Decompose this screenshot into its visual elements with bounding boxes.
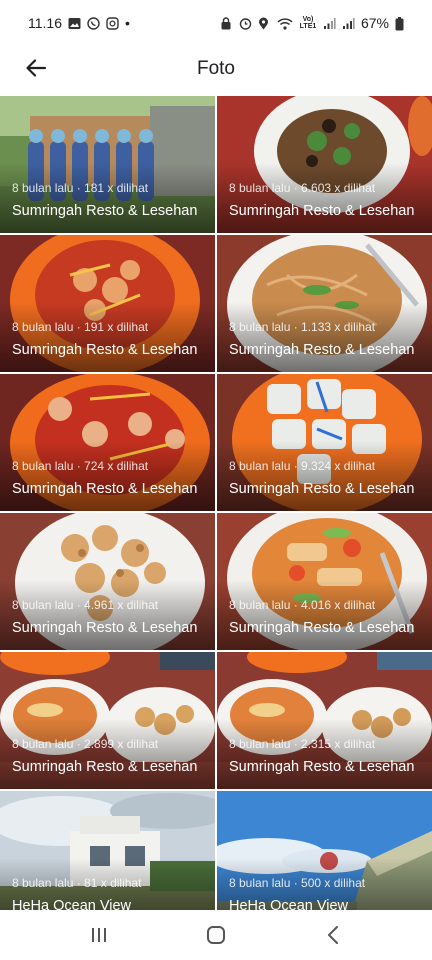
photo-place: Sumringah Resto & Lesehan [12, 203, 198, 219]
volte-icon: Vo) LTE1 [299, 16, 317, 30]
photo-tile[interactable]: 8 bulan lalu · 181 x dilihat Sumringah R… [0, 96, 215, 233]
tile-gradient [217, 580, 432, 650]
photo-meta: 8 bulan lalu · 181 x dilihat [12, 181, 149, 195]
status-bar: 11.16 • Vo) LTE1 67% [0, 0, 432, 46]
system-back-button[interactable] [309, 915, 357, 955]
tile-gradient [0, 302, 215, 372]
photo-meta: 8 bulan lalu · 81 x dilihat [12, 876, 142, 890]
battery-percent: 67% [360, 15, 389, 31]
photo-tile[interactable]: 8 bulan lalu · 4.016 x dilihat Sumringah… [217, 513, 432, 650]
tile-gradient [0, 719, 215, 789]
photo-place: Sumringah Resto & Lesehan [229, 759, 415, 775]
photo-place: Sumringah Resto & Lesehan [229, 203, 415, 219]
photo-tile[interactable]: 8 bulan lalu · 81 x dilihat HeHa Ocean V… [0, 791, 215, 928]
page-title: Foto [196, 58, 236, 79]
back-button[interactable] [18, 50, 54, 86]
signal-icon [323, 17, 336, 30]
photo-place: Sumringah Resto & Lesehan [229, 481, 415, 497]
photo-meta: 8 bulan lalu · 191 x dilihat [12, 320, 149, 334]
system-nav-bar [0, 910, 432, 960]
photo-tile[interactable]: 8 bulan lalu · 4.961 x dilihat Sumringah… [0, 513, 215, 650]
photo-meta: 8 bulan lalu · 6.603 x dilihat [229, 181, 376, 195]
photo-grid: 8 bulan lalu · 181 x dilihat Sumringah R… [0, 96, 432, 928]
signal-icon-2 [342, 17, 355, 30]
arrow-left-icon [26, 59, 47, 77]
tile-gradient [0, 163, 215, 233]
home-button[interactable] [192, 915, 240, 955]
photo-tile[interactable]: 8 bulan lalu · 1.133 x dilihat Sumringah… [217, 235, 432, 372]
recents-icon [91, 928, 106, 942]
photo-tile[interactable]: 8 bulan lalu · 2.315 x dilihat Sumringah… [217, 652, 432, 789]
photo-meta: 8 bulan lalu · 4.016 x dilihat [229, 598, 376, 612]
photo-place: Sumringah Resto & Lesehan [12, 759, 198, 775]
photo-tile[interactable]: 8 bulan lalu · 9.324 x dilihat Sumringah… [217, 374, 432, 511]
photo-meta: 8 bulan lalu · 2.899 x dilihat [12, 737, 159, 751]
tile-gradient [217, 163, 432, 233]
wifi-icon [277, 17, 293, 30]
photo-meta: 8 bulan lalu · 9.324 x dilihat [229, 459, 376, 473]
photo-tile[interactable]: 8 bulan lalu · 500 x dilihat HeHa Ocean … [217, 791, 432, 928]
home-icon [206, 926, 225, 944]
photo-meta: 8 bulan lalu · 1.133 x dilihat [229, 320, 376, 334]
photo-meta: 8 bulan lalu · 724 x dilihat [12, 459, 149, 473]
photo-tile[interactable]: 8 bulan lalu · 191 x dilihat Sumringah R… [0, 235, 215, 372]
chevron-left-icon [328, 926, 339, 944]
status-left: 11.16 • [28, 15, 130, 31]
tile-gradient [217, 441, 432, 511]
photo-meta: 8 bulan lalu · 500 x dilihat [229, 876, 366, 890]
alarm-icon [239, 17, 252, 30]
dot-icon: • [125, 15, 130, 31]
photo-place: Sumringah Resto & Lesehan [229, 342, 415, 358]
photo-tile[interactable]: 8 bulan lalu · 2.899 x dilihat Sumringah… [0, 652, 215, 789]
recents-button[interactable] [75, 915, 123, 955]
photo-meta: 8 bulan lalu · 2.315 x dilihat [229, 737, 376, 751]
photo-place: Sumringah Resto & Lesehan [12, 342, 198, 358]
app-bar: Foto [0, 46, 432, 92]
status-right: Vo) LTE1 67% [220, 15, 404, 31]
photo-place: Sumringah Resto & Lesehan [12, 481, 198, 497]
photo-place: Sumringah Resto & Lesehan [229, 620, 415, 636]
photo-tile[interactable]: 8 bulan lalu · 6.603 x dilihat Sumringah… [217, 96, 432, 233]
location-icon [258, 17, 271, 30]
battery-icon [395, 16, 404, 30]
tile-gradient [0, 580, 215, 650]
tile-gradient [217, 302, 432, 372]
whatsapp-icon [87, 16, 100, 30]
clock-time: 11.16 [28, 15, 62, 31]
image-icon [68, 17, 81, 30]
tile-gradient [217, 719, 432, 789]
instagram-icon [106, 16, 119, 30]
photo-place: Sumringah Resto & Lesehan [12, 620, 198, 636]
lock-icon [220, 16, 233, 30]
photo-meta: 8 bulan lalu · 4.961 x dilihat [12, 598, 159, 612]
tile-gradient [0, 441, 215, 511]
photo-tile[interactable]: 8 bulan lalu · 724 x dilihat Sumringah R… [0, 374, 215, 511]
